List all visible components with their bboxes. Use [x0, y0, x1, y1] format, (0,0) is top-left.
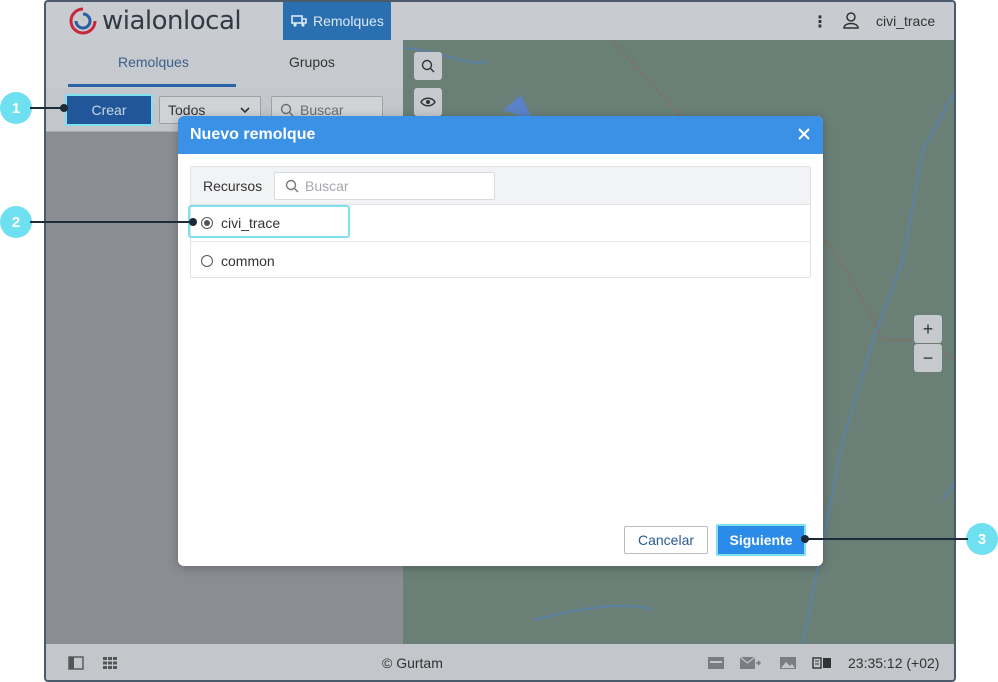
grid-icon[interactable]	[102, 656, 118, 670]
selected-row-highlight	[188, 205, 350, 238]
callout-3-leader	[806, 538, 968, 540]
resource-label: common	[221, 252, 275, 269]
server-time: 23:35:12 (+02)	[848, 655, 940, 671]
logo: wialonlocal	[68, 6, 242, 36]
notifications-icon[interactable]	[707, 656, 725, 670]
resources-label: Recursos	[203, 178, 263, 194]
tab-groups[interactable]: Grupos	[289, 54, 335, 70]
map-search-button[interactable]	[414, 52, 442, 80]
panel-layout-icon[interactable]	[68, 656, 84, 670]
search-icon	[280, 103, 294, 117]
resources-header: Recursos	[191, 167, 810, 205]
active-tab-indicator	[68, 84, 236, 87]
resource-row-common[interactable]: common	[191, 242, 810, 279]
zoom-out-button[interactable]: −	[914, 344, 942, 372]
nav-tab-label: Remolques	[313, 13, 384, 29]
more-vertical-icon[interactable]: ⋮	[812, 12, 828, 32]
user-icon[interactable]	[843, 11, 859, 32]
close-icon[interactable]	[795, 125, 813, 143]
image-icon[interactable]	[779, 656, 797, 670]
next-button[interactable]: Siguiente	[716, 524, 806, 556]
eye-icon	[420, 97, 436, 107]
callout-2: 2	[0, 206, 32, 238]
callout-1-leader	[30, 107, 64, 109]
logo-text: wialonlocal	[102, 6, 242, 36]
top-bar: wialonlocal Remolques ⋮ civi_trace	[46, 2, 954, 40]
map-visibility-button[interactable]	[414, 88, 442, 116]
callout-3-dot	[801, 535, 809, 543]
zoom-in-button[interactable]: +	[914, 315, 942, 343]
search-icon	[285, 179, 299, 193]
callout-1-dot	[60, 104, 68, 112]
resources-search-input[interactable]	[305, 178, 485, 194]
copyright: © Gurtam	[382, 655, 443, 671]
logo-icon	[69, 7, 97, 35]
tab-trailers[interactable]: Remolques	[118, 54, 189, 70]
bottom-bar: © Gurtam 23:35:12 (+02)	[46, 644, 954, 680]
dialog-title: Nuevo remolque	[190, 126, 316, 143]
create-button[interactable]: Crear	[65, 94, 153, 126]
nav-tab-trailers[interactable]: Remolques	[283, 2, 391, 40]
callout-2-leader	[30, 221, 194, 223]
callout-3: 3	[966, 523, 998, 555]
dialog-header: Nuevo remolque	[178, 116, 823, 154]
radio-unselected[interactable]	[201, 254, 213, 267]
new-trailer-dialog: Nuevo remolque Recursos civi_trace commo…	[178, 116, 823, 566]
cancel-button[interactable]: Cancelar	[624, 526, 708, 554]
book-icon[interactable]	[812, 656, 832, 670]
panel-tabs: Remolques Grupos	[46, 40, 403, 88]
callout-1: 1	[0, 92, 32, 124]
callout-2-dot	[189, 218, 197, 226]
resources-search-field[interactable]	[274, 172, 495, 200]
user-name[interactable]: civi_trace	[876, 13, 935, 29]
mail-icon[interactable]	[739, 656, 761, 670]
trailer-icon	[291, 15, 307, 27]
chevron-down-icon	[240, 107, 250, 114]
search-icon	[421, 59, 435, 73]
